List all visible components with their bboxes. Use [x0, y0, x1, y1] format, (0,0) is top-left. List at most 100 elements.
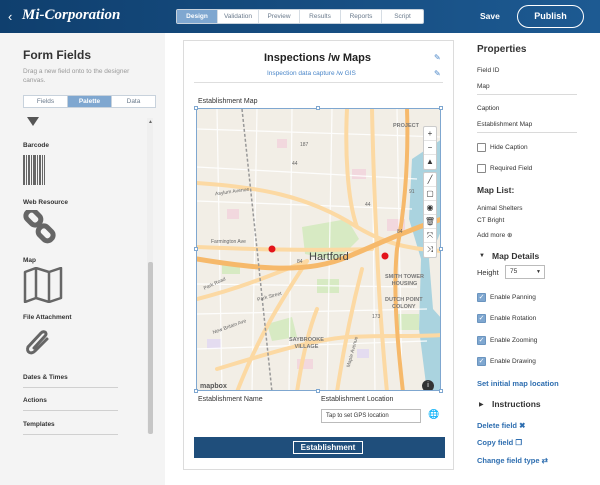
segment-palette[interactable]: Palette — [68, 96, 112, 107]
copy-icon: ❐ — [515, 438, 523, 447]
map-icon[interactable] — [23, 267, 63, 303]
copy-field-link[interactable]: Copy field ❐ — [477, 438, 522, 447]
enable-rotation-checkbox[interactable]: ✓ — [477, 314, 486, 323]
barcode-icon[interactable] — [23, 155, 45, 185]
uncombine-icon[interactable]: ⤨ — [424, 243, 436, 257]
road-label: Farmington Ave — [211, 239, 246, 245]
globe-icon[interactable]: 🌐 — [428, 409, 439, 420]
paperclip-icon[interactable] — [23, 325, 53, 359]
caption-label: Caption — [477, 105, 500, 112]
tab-results[interactable]: Results — [300, 10, 341, 23]
draw-point-icon[interactable]: ◉ — [424, 201, 436, 215]
scroll-up-icon[interactable]: ▲ — [148, 119, 153, 125]
resize-handle[interactable] — [439, 106, 443, 110]
back-arrow-icon[interactable]: ‹ — [8, 9, 12, 24]
segment-fields[interactable]: Fields — [24, 96, 68, 107]
map-field[interactable]: Hartford PROJECT SMITH TOWER HOUSING DUT… — [196, 108, 441, 391]
tab-reports[interactable]: Reports — [341, 10, 382, 23]
combine-icon[interactable]: ⤧ — [424, 229, 436, 243]
add-more-link[interactable]: Add more ⊕ — [477, 231, 512, 239]
delete-field-link[interactable]: Delete field ✖ — [477, 421, 525, 430]
resize-handle[interactable] — [439, 247, 443, 251]
resize-handle[interactable] — [316, 106, 320, 110]
establishment-location-label: Establishment Location — [321, 396, 394, 403]
enable-drawing-label: Enable Drawing — [490, 358, 536, 365]
enable-zooming-label: Enable Zooming — [490, 337, 538, 344]
route-number: 84 — [297, 259, 303, 265]
trash-icon[interactable]: 🗑 — [424, 215, 436, 229]
height-select[interactable]: 75 ▼ — [505, 265, 545, 279]
category-actions[interactable]: Actions — [23, 397, 47, 404]
tab-design[interactable]: Design — [177, 10, 218, 23]
palette-item-map[interactable]: Map — [23, 257, 36, 264]
field-id-value[interactable]: Map — [477, 83, 490, 90]
change-field-type-link[interactable]: Change field type ⇄ — [477, 456, 548, 465]
palette-item-file-attachment[interactable]: File Attachment — [23, 314, 72, 321]
zoom-out-icon[interactable]: − — [424, 141, 436, 155]
panel-hint: Drag a new field onto to the designer ca… — [23, 68, 130, 84]
divider — [23, 410, 118, 411]
route-number: 44 — [292, 161, 298, 167]
triangle-icon — [27, 117, 39, 126]
map-list-title: Map List: — [477, 185, 515, 195]
establishment-button[interactable]: Establishment — [293, 441, 363, 454]
plus-circle-icon: ⊕ — [507, 232, 513, 239]
close-icon: ✖ — [519, 421, 526, 430]
instructions-title[interactable]: Instructions — [492, 399, 541, 409]
link-icon[interactable] — [23, 210, 57, 244]
tab-script[interactable]: Script — [382, 10, 423, 23]
top-bar: ‹ Mi-Corporation Design Validation Previ… — [0, 0, 600, 33]
palette-item-web-resource[interactable]: Web Resource — [23, 199, 68, 206]
publish-button[interactable]: Publish — [517, 5, 584, 28]
draw-line-icon[interactable]: ╱ — [424, 173, 436, 187]
tab-validation[interactable]: Validation — [218, 10, 259, 23]
palette-item-barcode[interactable]: Barcode — [23, 142, 49, 149]
enable-panning-checkbox[interactable]: ✓ — [477, 293, 486, 302]
resize-handle[interactable] — [439, 389, 443, 393]
category-templates[interactable]: Templates — [23, 421, 55, 428]
expand-triangle-icon[interactable]: ▶ — [479, 401, 484, 408]
zoom-in-icon[interactable]: + — [424, 127, 436, 141]
mapbox-logo: mapbox — [200, 383, 227, 390]
compass-icon[interactable]: ▲ — [424, 155, 436, 169]
form-subtitle[interactable]: Inspection data capture /w GIS — [267, 70, 356, 77]
info-icon[interactable]: i — [422, 380, 434, 390]
tab-preview[interactable]: Preview — [259, 10, 300, 23]
map-neighborhood-label: SMITH TOWER HOUSING — [385, 274, 425, 287]
title-divider — [194, 82, 443, 83]
map-details-title[interactable]: Map Details — [492, 251, 539, 261]
collapse-triangle-icon[interactable]: ▼ — [479, 253, 485, 259]
building-block — [357, 349, 369, 358]
chevron-down-icon: ▼ — [536, 269, 541, 275]
form-title[interactable]: Inspections /w Maps — [264, 52, 371, 64]
scrollbar-thumb[interactable] — [148, 262, 153, 434]
caption-value[interactable]: Establishment Map — [477, 121, 532, 128]
hide-caption-checkbox[interactable] — [477, 143, 486, 152]
resize-handle[interactable] — [194, 247, 198, 251]
divider — [23, 434, 118, 435]
gps-location-input[interactable]: Tap to set GPS location — [321, 409, 421, 423]
resize-handle[interactable] — [194, 389, 198, 393]
required-field-checkbox[interactable] — [477, 164, 486, 173]
edit-title-pencil-icon[interactable]: ✎ — [434, 53, 441, 62]
swap-icon: ⇄ — [541, 456, 548, 465]
map-list-item[interactable]: Animal Shelters — [477, 205, 523, 212]
set-initial-location-link[interactable]: Set initial map location — [477, 379, 559, 388]
resize-handle[interactable] — [194, 106, 198, 110]
draw-polygon-icon[interactable]: ▢ — [424, 187, 436, 201]
field-source-toggle: Fields Palette Data — [23, 95, 156, 108]
map-neighborhood-label: PROJECT — [393, 123, 419, 129]
map-marker — [268, 245, 276, 253]
enable-drawing-checkbox[interactable]: ✓ — [477, 357, 486, 366]
map-neighborhood-label: DUTCH POINT COLONY — [385, 297, 423, 310]
edit-subtitle-pencil-icon[interactable]: ✎ — [434, 69, 441, 78]
category-dates-times[interactable]: Dates & Times — [23, 374, 68, 381]
map-list-item[interactable]: CT Bright — [477, 217, 504, 224]
submit-bar: Establishment — [194, 437, 445, 458]
save-button[interactable]: Save — [480, 11, 500, 21]
app-logo: Mi-Corporation — [22, 7, 121, 23]
enable-zooming-checkbox[interactable]: ✓ — [477, 336, 486, 345]
map-zoom-controls: + − ▲ — [423, 126, 437, 170]
segment-data[interactable]: Data — [112, 96, 155, 107]
resize-handle[interactable] — [316, 389, 320, 393]
